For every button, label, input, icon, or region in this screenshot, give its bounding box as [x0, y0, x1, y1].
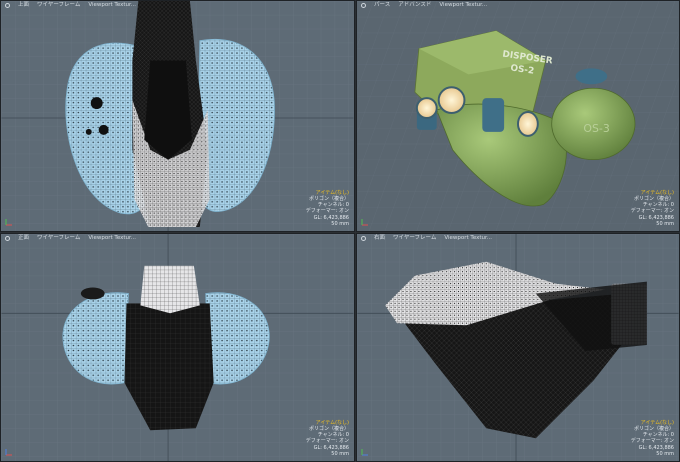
- front-hull-white: [140, 265, 200, 314]
- info-deformers: デフォーマー: オン: [305, 208, 349, 215]
- viewport-top-header[interactable]: 上面 ワイヤーフレーム Viewport Textur...: [1, 1, 136, 10]
- viewport-perspective-shading-label[interactable]: アドバンスド: [398, 1, 431, 10]
- viewport-side-view-label[interactable]: 右面: [374, 234, 385, 243]
- axis-gizmo-icon: [361, 219, 368, 226]
- info-deformers: デフォーマー: オン: [305, 438, 349, 445]
- info-deformers: デフォーマー: オン: [630, 438, 674, 445]
- viewport-perspective-info: アイテム(なし) ポリゴン（複合） チャンネル: 0 デフォーマー: オン GL…: [631, 190, 674, 227]
- info-scale: 50 mm: [656, 450, 674, 457]
- viewport-front-texture-label[interactable]: Viewport Textur...: [88, 234, 136, 243]
- viewport-front-canvas[interactable]: [1, 234, 354, 461]
- persp-text-side: OS-3: [583, 122, 609, 135]
- view-circle-icon[interactable]: [361, 236, 366, 241]
- four-up-viewport-layout: 上面 ワイヤーフレーム Viewport Textur... アイテム(なし) …: [0, 0, 680, 462]
- viewport-top[interactable]: 上面 ワイヤーフレーム Viewport Textur... アイテム(なし) …: [0, 0, 355, 232]
- viewport-top-canvas[interactable]: [1, 1, 354, 231]
- viewport-side-header[interactable]: 右面 ワイヤーフレーム Viewport Textur...: [357, 234, 492, 243]
- viewport-top-view-label[interactable]: 上面: [18, 1, 29, 10]
- viewport-front-info: アイテム(なし) ポリゴン（複合） チャンネル: 0 デフォーマー: オン GL…: [306, 420, 349, 457]
- info-scale: 50 mm: [656, 220, 674, 227]
- viewport-perspective[interactable]: DISPOSER OS-2 OS-3 パース アドバンスド Viewport T…: [356, 0, 680, 232]
- view-circle-icon[interactable]: [361, 3, 366, 8]
- info-scale: 50 mm: [331, 220, 349, 227]
- view-circle-icon[interactable]: [5, 3, 10, 8]
- axis-gizmo-icon: [5, 219, 12, 226]
- viewport-front-view-label[interactable]: 正面: [18, 234, 29, 243]
- viewport-side[interactable]: 右面 ワイヤーフレーム Viewport Textur... アイテム(なし) …: [356, 233, 680, 462]
- viewport-front-shading-label[interactable]: ワイヤーフレーム: [37, 234, 80, 243]
- viewport-perspective-texture-label[interactable]: Viewport Textur...: [439, 1, 487, 10]
- info-scale: 50 mm: [331, 450, 349, 457]
- persp-light-center: [437, 86, 466, 115]
- viewport-top-info: アイテム(なし) ポリゴン（複合） チャンネル: 0 デフォーマー: オン GL…: [306, 190, 349, 227]
- axis-gizmo-icon: [5, 449, 12, 456]
- viewport-side-texture-label[interactable]: Viewport Textur...: [444, 234, 492, 243]
- persp-light-left: [415, 97, 438, 119]
- axis-gizmo-icon: [361, 449, 368, 456]
- view-circle-icon[interactable]: [5, 236, 10, 241]
- viewport-side-shading-label[interactable]: ワイヤーフレーム: [393, 234, 436, 243]
- persp-light-right: [517, 111, 539, 137]
- viewport-front-header[interactable]: 正面 ワイヤーフレーム Viewport Textur...: [1, 234, 136, 243]
- info-deformers: デフォーマー: オン: [630, 208, 674, 215]
- viewport-front[interactable]: 正面 ワイヤーフレーム Viewport Textur... アイテム(なし) …: [0, 233, 355, 462]
- viewport-perspective-header[interactable]: パース アドバンスド Viewport Textur...: [357, 1, 487, 10]
- viewport-top-shading-label[interactable]: ワイヤーフレーム: [37, 1, 80, 10]
- viewport-top-texture-label[interactable]: Viewport Textur...: [88, 1, 136, 10]
- viewport-perspective-view-label[interactable]: パース: [374, 1, 390, 10]
- viewport-side-info: アイテム(なし) ポリゴン（複合） チャンネル: 0 デフォーマー: オン GL…: [631, 420, 674, 457]
